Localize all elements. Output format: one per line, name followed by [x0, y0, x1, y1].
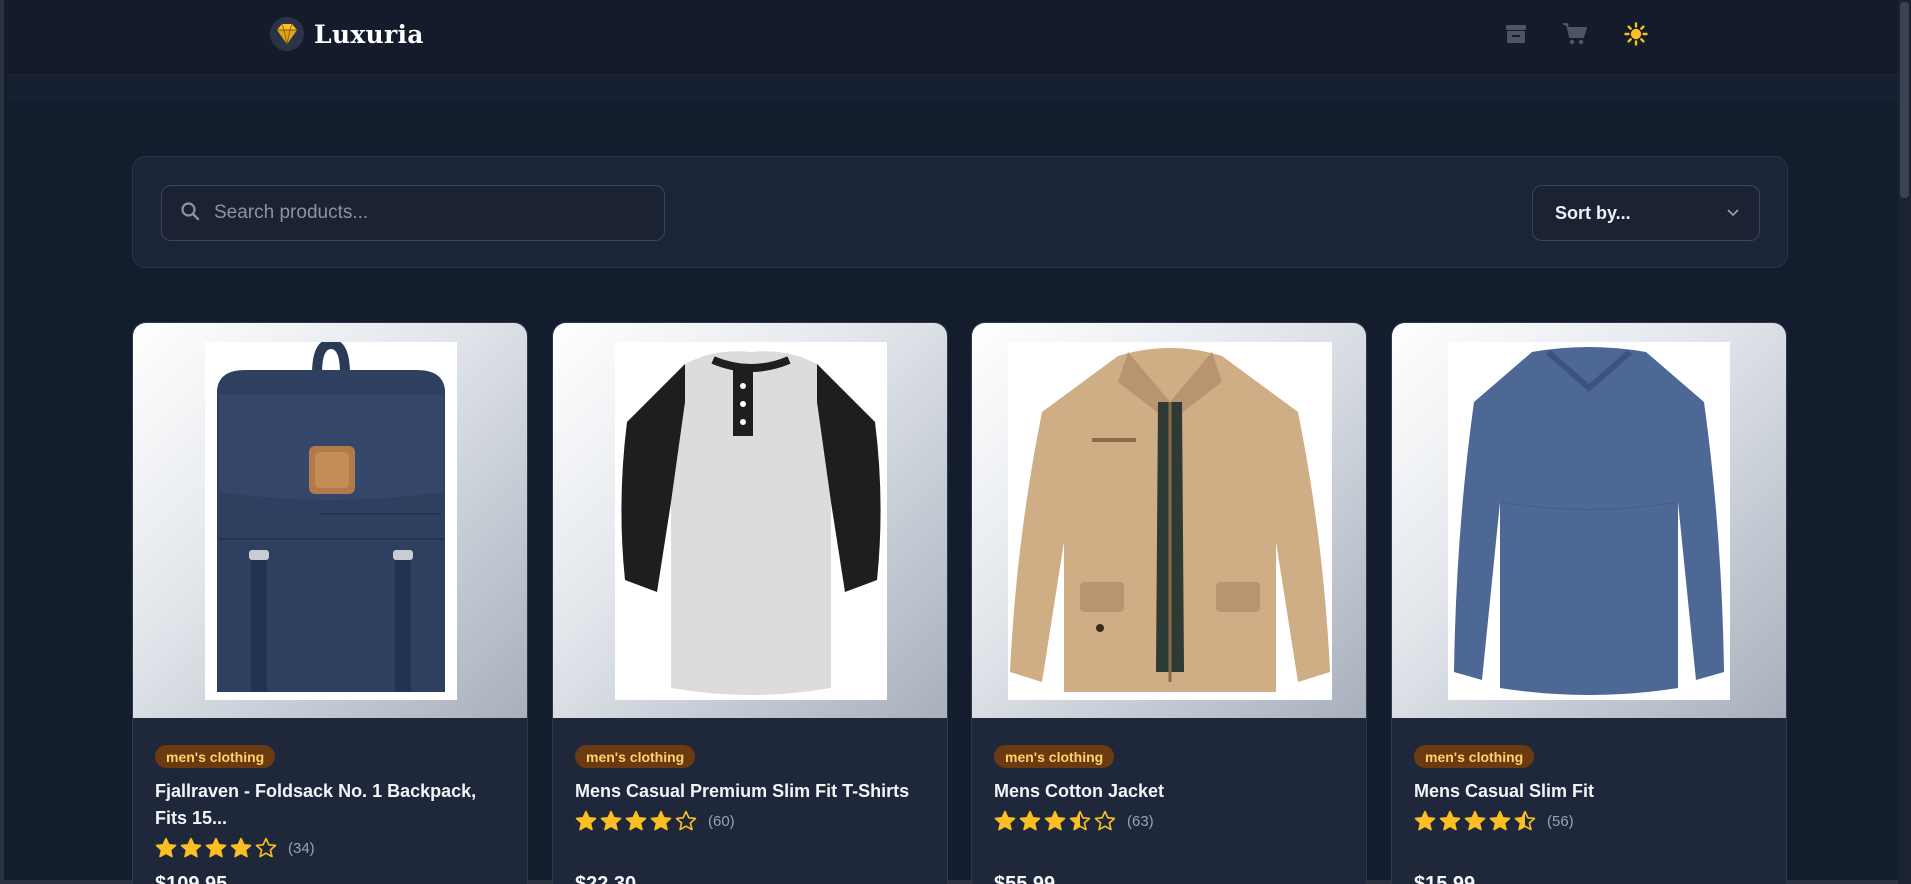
star-empty-icon — [675, 810, 697, 831]
product-image-area — [553, 323, 947, 718]
search-box[interactable] — [161, 185, 665, 241]
product-title[interactable]: Fjallraven - Foldsack No. 1 Backpack, Fi… — [155, 778, 510, 832]
sort-select[interactable]: Sort by... — [1532, 185, 1760, 241]
product-image-tshirt — [615, 342, 887, 700]
rating-count: (60) — [708, 812, 735, 830]
product-price: $109.95 — [155, 873, 228, 884]
top-navbar: Luxuria — [8, 0, 1902, 74]
product-price: $15.99 — [1414, 873, 1476, 884]
product-image-area — [133, 323, 527, 718]
star-full-icon — [994, 810, 1016, 831]
star-full-icon — [205, 837, 227, 858]
star-rating: (34) — [155, 837, 315, 859]
star-full-icon — [1464, 810, 1486, 831]
product-price: $22.30 — [575, 873, 637, 884]
rating-count: (63) — [1127, 812, 1154, 830]
chevron-down-icon — [1727, 204, 1739, 222]
star-full-icon — [575, 810, 597, 831]
star-empty-icon — [255, 837, 277, 858]
star-full-icon — [155, 837, 177, 858]
product-card[interactable]: men's clothing Mens Casual Slim Fit (56)… — [1391, 322, 1787, 884]
product-image-backpack — [205, 342, 457, 700]
star-rating: (63) — [994, 810, 1154, 832]
product-image-longsleeve — [1448, 342, 1730, 700]
app-window: Luxuria Search products... Sort by... me… — [0, 0, 1911, 884]
star-rating: (56) — [1414, 810, 1574, 832]
product-card[interactable]: men's clothing Fjallraven - Foldsack No.… — [132, 322, 528, 884]
search-input[interactable] — [214, 202, 614, 224]
category-badge: men's clothing — [155, 745, 276, 768]
star-full-icon — [180, 837, 202, 858]
star-full-icon — [625, 810, 647, 831]
category-badge: men's clothing — [994, 745, 1115, 768]
star-half-icon — [1069, 810, 1091, 831]
product-card[interactable]: men's clothing Mens Cotton Jacket (63) $… — [971, 322, 1367, 884]
cart-icon[interactable] — [1561, 20, 1589, 48]
star-full-icon — [1044, 810, 1066, 831]
sun-icon[interactable] — [1622, 20, 1650, 48]
store-icon[interactable] — [1502, 20, 1530, 48]
product-image-jacket — [1008, 342, 1332, 700]
header-divider — [8, 74, 1902, 102]
brand-name: Luxuria — [314, 19, 424, 49]
product-card[interactable]: men's clothing Mens Casual Premium Slim … — [552, 322, 948, 884]
star-rating: (60) — [575, 810, 735, 832]
star-full-icon — [1414, 810, 1436, 831]
star-empty-icon — [1094, 810, 1116, 831]
brand[interactable]: Luxuria — [270, 16, 424, 52]
product-title[interactable]: Mens Cotton Jacket — [994, 778, 1349, 805]
star-full-icon — [1489, 810, 1511, 831]
star-full-icon — [650, 810, 672, 831]
product-price: $55.99 — [994, 873, 1056, 884]
category-badge: men's clothing — [1414, 745, 1535, 768]
product-title[interactable]: Mens Casual Slim Fit — [1414, 778, 1769, 805]
sort-label: Sort by... — [1555, 202, 1631, 223]
product-title[interactable]: Mens Casual Premium Slim Fit T-Shirts — [575, 778, 930, 805]
star-full-icon — [230, 837, 252, 858]
product-image-area — [972, 323, 1366, 718]
filter-panel: Sort by... — [132, 156, 1788, 268]
category-badge: men's clothing — [575, 745, 696, 768]
star-full-icon — [600, 810, 622, 831]
scrollbar-thumb[interactable] — [1900, 2, 1909, 198]
product-image-area — [1392, 323, 1786, 718]
diamond-icon — [270, 17, 304, 51]
search-icon — [180, 201, 200, 226]
rating-count: (56) — [1547, 812, 1574, 830]
star-full-icon — [1439, 810, 1461, 831]
star-half-icon — [1514, 810, 1536, 831]
page-scrollbar[interactable] — [1898, 0, 1911, 884]
rating-count: (34) — [288, 839, 315, 857]
star-full-icon — [1019, 810, 1041, 831]
